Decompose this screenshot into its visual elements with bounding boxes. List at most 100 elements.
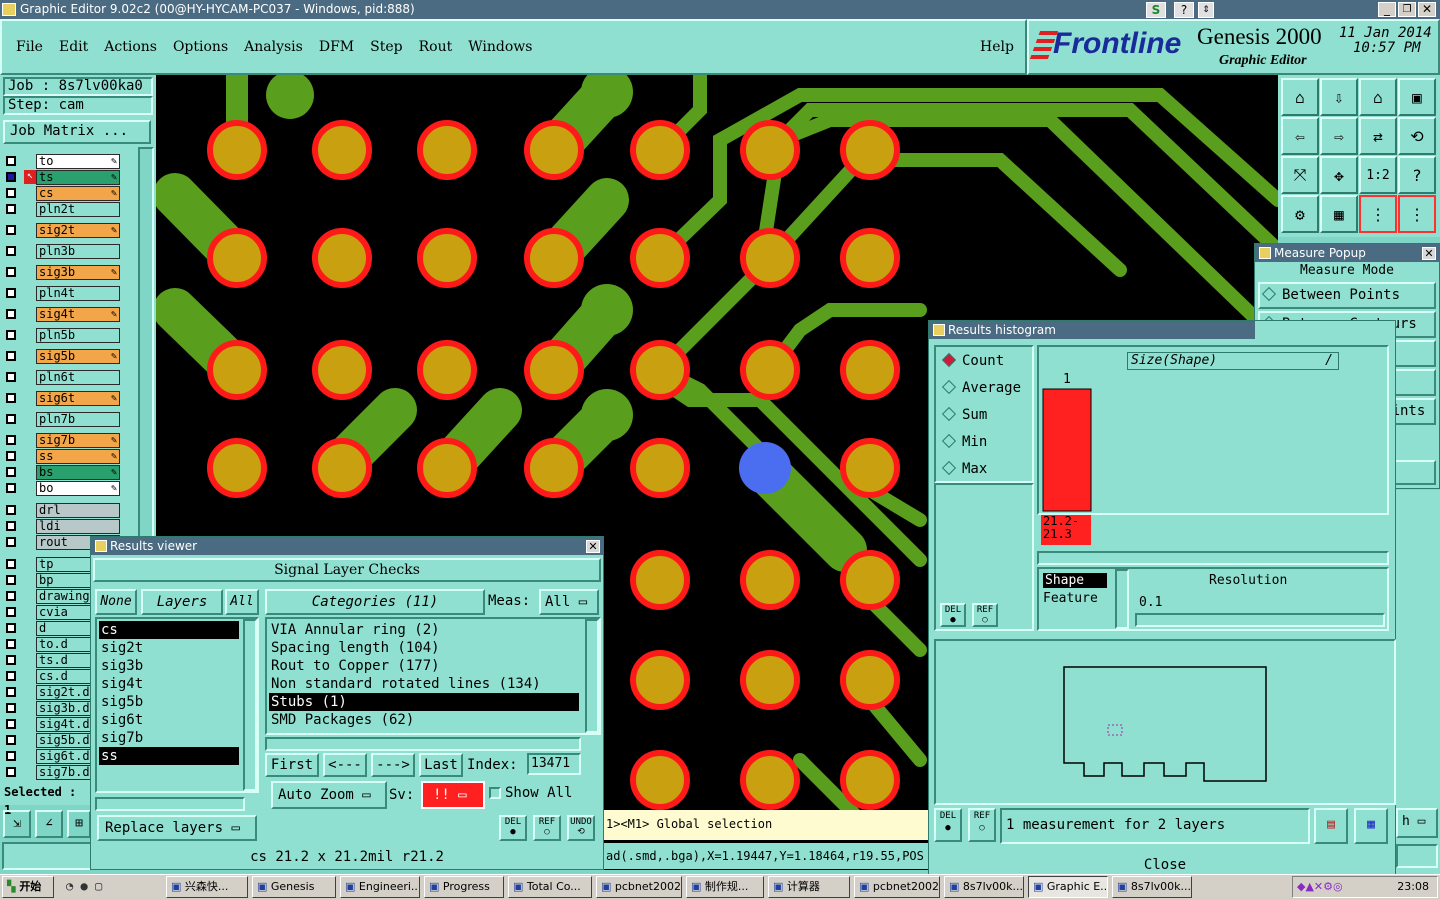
pan-right-icon[interactable]: ⇨ — [1320, 117, 1358, 155]
layer-checkbox[interactable] — [6, 246, 16, 256]
layer-list-item[interactable]: sig2t — [99, 639, 239, 657]
meas-dropdown[interactable]: All ▭ — [539, 589, 599, 615]
via-pad[interactable] — [630, 120, 690, 180]
via-pad[interactable] — [740, 340, 800, 400]
via-pad[interactable] — [630, 550, 690, 610]
via-pad[interactable] — [630, 228, 690, 288]
last-button[interactable]: Last — [419, 753, 463, 777]
layer-checkbox[interactable] — [6, 575, 16, 585]
via-pad[interactable] — [740, 120, 800, 180]
via-pad[interactable] — [312, 228, 372, 288]
layer-checkbox[interactable] — [6, 188, 16, 198]
menu-edit[interactable]: Edit — [59, 39, 88, 55]
via-pad[interactable] — [840, 120, 900, 180]
layer-row[interactable]: sig2t ✎ — [6, 222, 120, 238]
layer-row[interactable]: sig4t ✎ — [6, 306, 120, 322]
layer-checkbox[interactable] — [6, 687, 16, 697]
layer-checkbox[interactable] — [6, 225, 16, 235]
layer-checkbox[interactable] — [6, 393, 16, 403]
layer-list-item[interactable]: ss — [99, 747, 239, 765]
start-button[interactable]: ▚ 开始 — [2, 876, 54, 898]
via-pad[interactable] — [840, 438, 900, 498]
layer-row[interactable]: pln3b — [6, 243, 120, 259]
via-pad[interactable] — [840, 340, 900, 400]
via-pad[interactable] — [740, 750, 800, 810]
layer-checkbox[interactable] — [6, 703, 16, 713]
first-button[interactable]: First — [265, 753, 319, 777]
measure-tool-icon[interactable]: ∠ — [35, 810, 63, 838]
pan-left-icon[interactable]: ⇦ — [1281, 117, 1319, 155]
layer-row[interactable]: drl — [6, 502, 120, 518]
layer-row[interactable]: pln5b — [6, 327, 120, 343]
snap2-icon[interactable]: ⋮ — [1398, 195, 1436, 233]
histogram-bar[interactable] — [1042, 388, 1092, 512]
histogram-mode[interactable]: Count — [936, 352, 1032, 380]
layer-list-item[interactable]: sig5b — [99, 693, 239, 711]
via-pad[interactable] — [312, 438, 372, 498]
category-hscroll[interactable] — [265, 737, 581, 751]
layer-checkbox[interactable] — [6, 537, 16, 547]
layer-checkbox[interactable] — [6, 372, 16, 382]
layer-name[interactable]: pln2t — [36, 201, 120, 217]
taskbar-item[interactable]: ▣ 计算器 — [768, 876, 850, 898]
footer-ref-button[interactable]: REF ○ — [968, 808, 996, 842]
category-item[interactable]: Rout to Copper (177) — [269, 657, 579, 675]
layer-name[interactable]: pln4t — [36, 285, 120, 301]
layer-name[interactable]: drl — [36, 502, 120, 518]
layers-all-button[interactable]: All — [225, 589, 259, 615]
house-icon[interactable]: ⌂ — [1359, 78, 1397, 116]
layer-row[interactable]: ss ✎ — [6, 448, 120, 464]
layer-name[interactable]: sig3b ✎ — [36, 264, 120, 280]
via-pad[interactable] — [840, 750, 900, 810]
histogram-ref-button[interactable]: REF ○ — [972, 603, 998, 627]
sv-dropdown[interactable]: !! ▭ — [421, 781, 485, 809]
via-pad[interactable] — [417, 340, 477, 400]
layer-name[interactable]: sig7b ✎ — [36, 432, 120, 448]
layer-name[interactable]: pln7b — [36, 411, 120, 427]
resolution-slider[interactable] — [1135, 613, 1385, 627]
right-edge-button[interactable]: h ▭ — [1396, 808, 1438, 838]
export-icon[interactable]: ▤ — [1314, 808, 1348, 844]
via-pad[interactable] — [207, 120, 267, 180]
layer-list-item[interactable]: sig6t — [99, 711, 239, 729]
category-list-scroll[interactable] — [585, 619, 599, 733]
mirror-icon[interactable]: ⇄ — [1359, 117, 1397, 155]
grid-icon[interactable]: ▦ — [1320, 195, 1358, 233]
job-matrix-button[interactable]: Job Matrix ... — [3, 120, 151, 144]
via-pad[interactable] — [312, 120, 372, 180]
category-item[interactable]: Stubs (1) — [269, 693, 579, 711]
layer-checkbox[interactable] — [6, 204, 16, 214]
via-pad[interactable] — [840, 550, 900, 610]
layer-checkbox[interactable] — [6, 623, 16, 633]
help-icon[interactable]: ? — [1174, 2, 1194, 18]
layer-name[interactable]: bo ✎ — [36, 480, 120, 496]
layer-checkbox[interactable] — [6, 751, 16, 761]
taskbar-item[interactable]: ▣ 8s7lv00k... — [944, 876, 1024, 898]
histogram-mode[interactable]: Min — [936, 433, 1032, 461]
snap-icon[interactable]: ⋮ — [1359, 195, 1397, 233]
category-item[interactable]: SMD Packages (62) — [269, 711, 579, 729]
layer-row[interactable]: pln6t — [6, 369, 120, 385]
layer-list-scroll[interactable] — [243, 619, 257, 791]
taskbar-item[interactable]: ▣ pcbnet2002 — [854, 876, 940, 898]
layer-name[interactable]: ss ✎ — [36, 448, 120, 464]
histogram-del-button[interactable]: DEL ● — [940, 603, 966, 627]
via-pad[interactable] — [630, 340, 690, 400]
taskbar-item[interactable]: ▣ Genesis — [252, 876, 336, 898]
layer-checkbox[interactable] — [6, 451, 16, 461]
zoom-in-icon[interactable]: ⤧ — [1281, 156, 1319, 194]
shape-option[interactable]: Shape — [1043, 573, 1107, 588]
taskbar-item[interactable]: ▣ 制作规... — [686, 876, 764, 898]
rv-del-button[interactable]: DEL ● — [499, 815, 527, 841]
tools-icon[interactable]: ⚙ — [1281, 195, 1319, 233]
layer-list-item[interactable]: sig4t — [99, 675, 239, 693]
layer-checkbox[interactable] — [6, 521, 16, 531]
via-pad[interactable] — [207, 340, 267, 400]
selected-pad[interactable] — [739, 442, 791, 494]
layer-name[interactable]: pln6t — [36, 369, 120, 385]
layout-icon[interactable]: ▦ — [1354, 808, 1388, 844]
menu-options[interactable]: Options — [173, 39, 228, 55]
zoom-home-icon[interactable]: ⌂ — [1281, 78, 1319, 116]
taskbar-item[interactable]: ▣ pcbnet2002 — [596, 876, 682, 898]
via-pad[interactable] — [524, 340, 584, 400]
